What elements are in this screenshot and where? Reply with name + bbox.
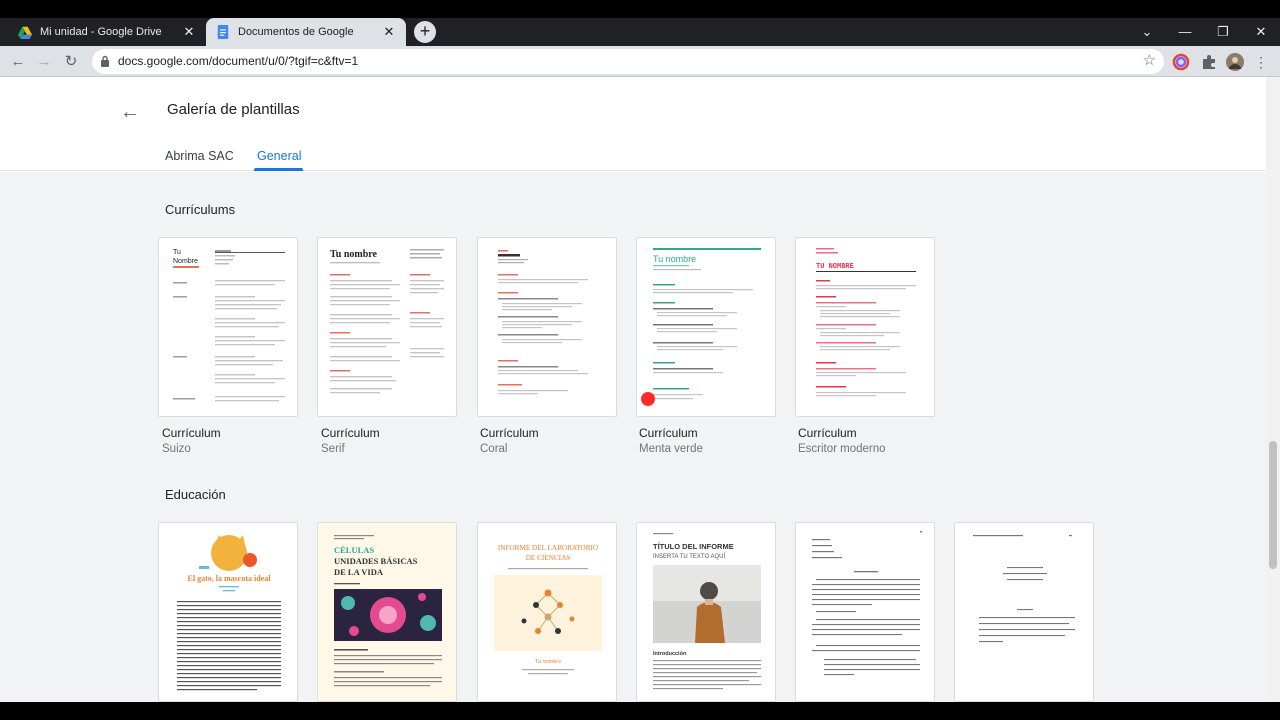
- tab-title: Documentos de Google: [238, 26, 354, 38]
- thumb-title-line-2: DE CIENCIAS: [526, 554, 571, 562]
- forward-icon[interactable]: →: [33, 51, 55, 73]
- template-card-curriculum-serif[interactable]: Tu nombre: [317, 237, 457, 417]
- template-gallery-page: ← Galería de plantillas Abrima SAC Gener…: [0, 77, 1280, 702]
- screen-top-letterbox: [0, 0, 1280, 18]
- tab-google-docs[interactable]: Documentos de Google ✕: [206, 18, 406, 46]
- thumb-name-line-1: Tu: [173, 249, 181, 256]
- template-card-educacion-gato[interactable]: El gato, la mascota ideal: [158, 522, 298, 702]
- google-drive-icon: [18, 26, 32, 39]
- template-thumbnail: Tu Nombre: [173, 249, 285, 402]
- template-name: Currículum: [162, 426, 221, 440]
- screen-bottom-letterbox: [0, 702, 1280, 720]
- template-name: Currículum: [639, 426, 698, 440]
- close-tab-icon[interactable]: ✕: [182, 24, 196, 40]
- template-card-educacion-ensayo-1[interactable]: [795, 522, 935, 702]
- page-scrollbar-thumb[interactable]: [1269, 441, 1277, 569]
- gallery-header: ← Galería de plantillas Abrima SAC Gener…: [0, 77, 1266, 171]
- thumb-name: Tu nombre: [653, 254, 696, 264]
- template-name: Currículum: [798, 426, 857, 440]
- template-style: Suizo: [162, 443, 191, 455]
- close-tab-icon[interactable]: ✕: [382, 24, 396, 40]
- reload-icon[interactable]: ↻: [60, 51, 82, 73]
- bookmark-star-icon[interactable]: ☆: [1143, 51, 1156, 69]
- section-title-curriculums: Currículums: [165, 202, 236, 217]
- selected-tab-indicator: [254, 168, 303, 171]
- gallery-content: Currículums Tu Nombre Currículum Suizo T…: [0, 172, 1266, 702]
- browser-toolbar: ← → ↻ docs.google.com/document/u/0/?tgif…: [0, 46, 1280, 77]
- template-card-educacion-titulo-informe[interactable]: TÍTULO DEL INFORME INSERTA TU TEXTO AQUÍ…: [636, 522, 776, 702]
- back-arrow-icon[interactable]: ←: [120, 101, 140, 124]
- template-style: Serif: [321, 443, 345, 455]
- template-thumbnail: CÉLULAS UNIDADES BÁSICAS DE LA VIDA: [318, 523, 456, 701]
- profile-avatar-icon[interactable]: [1226, 53, 1244, 71]
- template-card-curriculum-coral[interactable]: [477, 237, 617, 417]
- thumb-title: El gato, la mascota ideal: [188, 574, 272, 583]
- minimize-icon[interactable]: —: [1166, 18, 1204, 46]
- template-style: Escritor moderno: [798, 443, 886, 455]
- close-window-icon[interactable]: ✕: [1242, 18, 1280, 46]
- template-style: Menta verde: [639, 443, 703, 455]
- page-scrollbar-track[interactable]: [1266, 77, 1280, 702]
- back-icon[interactable]: ←: [7, 51, 29, 73]
- thumb-title-line-1: TÍTULO DEL INFORME: [653, 542, 734, 551]
- browser-window: Mi unidad - Google Drive ✕ Documentos de…: [0, 0, 1280, 720]
- thumb-title-line-2: INSERTA TU TEXTO AQUÍ: [653, 553, 725, 560]
- new-tab-button[interactable]: +: [414, 21, 436, 43]
- cursor-highlight: [641, 392, 655, 406]
- tab-google-drive[interactable]: Mi unidad - Google Drive ✕: [8, 18, 206, 46]
- template-card-educacion-celulas[interactable]: CÉLULAS UNIDADES BÁSICAS DE LA VIDA: [317, 522, 457, 702]
- thumb-intro-heading: Introducción: [653, 651, 687, 657]
- template-card-educacion-informe-laboratorio[interactable]: INFORME DEL LABORATORIO DE CIENCIAS Tu n…: [477, 522, 617, 702]
- thumb-subtitle: Tu nombre: [535, 659, 561, 665]
- tab-search-icon[interactable]: ⌄: [1128, 18, 1166, 46]
- tab-strip: Mi unidad - Google Drive ✕ Documentos de…: [0, 18, 1280, 46]
- thumb-title-line-1: INFORME DEL LABORATORIO: [498, 544, 598, 552]
- tab-abrima-sac[interactable]: Abrima SAC: [165, 149, 234, 163]
- thumb-title-line-2: UNIDADES BÁSICAS: [334, 556, 418, 566]
- section-title-educacion: Educación: [165, 487, 226, 502]
- url-text: docs.google.com/document/u/0/?tgif=c&ftv…: [118, 54, 359, 68]
- template-card-educacion-ensayo-2[interactable]: [954, 522, 1094, 702]
- thumb-name: TU NOMBRE: [816, 263, 854, 271]
- template-style: Coral: [480, 443, 508, 455]
- tab-general[interactable]: General: [257, 149, 301, 163]
- page-title: Galería de plantillas: [167, 101, 300, 118]
- template-thumbnail: INFORME DEL LABORATORIO DE CIENCIAS Tu n…: [494, 544, 602, 675]
- google-docs-icon: [217, 25, 229, 39]
- restore-icon[interactable]: ❐: [1204, 18, 1242, 46]
- thumb-name-line-2: Nombre: [173, 258, 198, 265]
- template-name: Currículum: [321, 426, 380, 440]
- thumb-name: Tu nombre: [330, 249, 378, 260]
- template-thumbnail: Tu nombre: [641, 248, 761, 406]
- template-thumbnail: El gato, la mascota ideal: [177, 535, 281, 691]
- thumb-title-line-3: DE LA VIDA: [334, 567, 384, 577]
- address-bar[interactable]: docs.google.com/document/u/0/?tgif=c&ftv…: [92, 49, 1164, 74]
- template-thumbnail: TU NOMBRE: [816, 248, 916, 397]
- template-thumbnail: TÍTULO DEL INFORME INSERTA TU TEXTO AQUÍ…: [653, 533, 761, 690]
- browser-menu-icon[interactable]: ⋮: [1250, 51, 1272, 73]
- template-card-curriculum-menta-verde[interactable]: Tu nombre: [636, 237, 776, 417]
- template-thumbnail: [498, 250, 588, 395]
- template-name: Currículum: [480, 426, 539, 440]
- extensions-puzzle-icon[interactable]: [1200, 53, 1218, 71]
- lock-icon: [101, 55, 109, 67]
- template-card-curriculum-suizo[interactable]: Tu Nombre: [158, 237, 298, 417]
- color-extension-icon[interactable]: [1172, 53, 1190, 71]
- thumb-title-line-1: CÉLULAS: [334, 545, 374, 555]
- template-card-curriculum-escritor-moderno[interactable]: TU NOMBRE: [795, 237, 935, 417]
- template-thumbnail: [973, 535, 1075, 643]
- template-thumbnail: Tu nombre: [330, 249, 444, 394]
- tab-title: Mi unidad - Google Drive: [40, 26, 162, 38]
- template-thumbnail: [812, 531, 922, 676]
